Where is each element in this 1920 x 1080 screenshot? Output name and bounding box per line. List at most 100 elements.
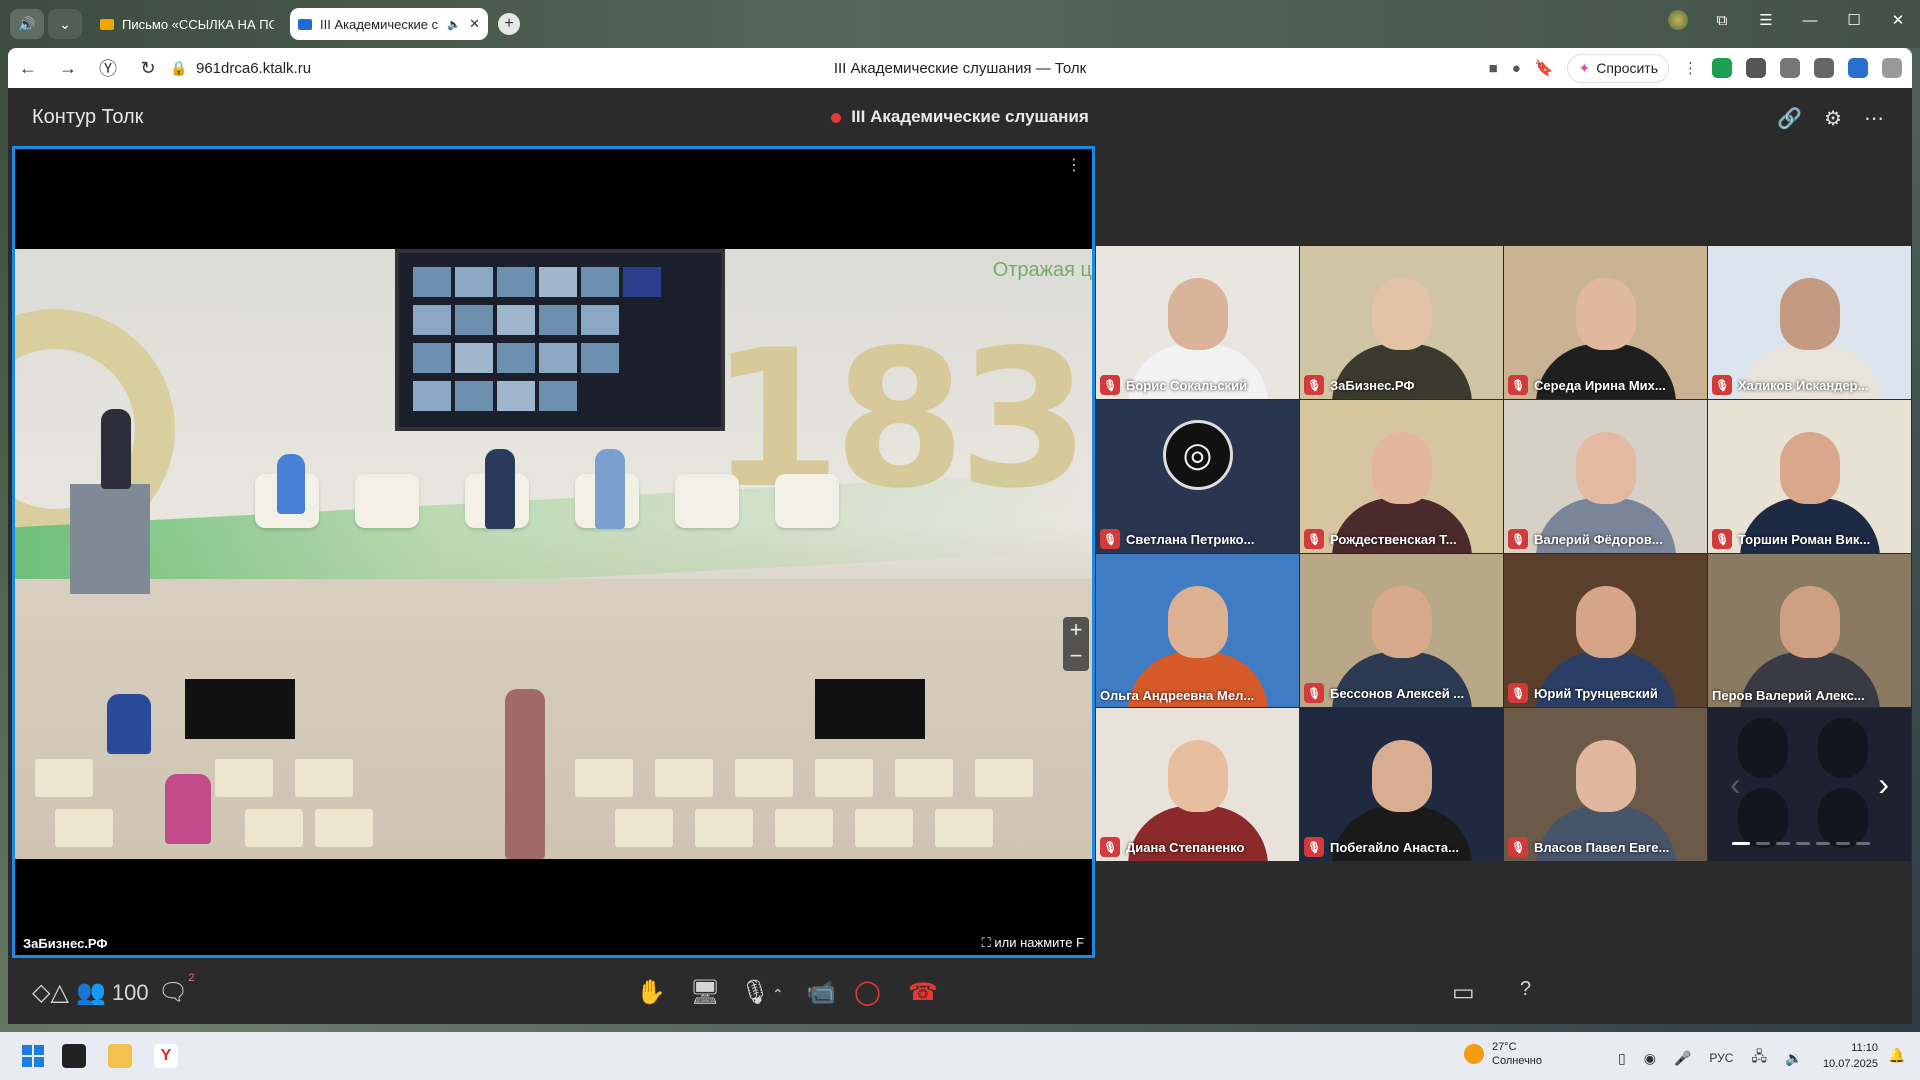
record-icon[interactable]: ◯ <box>854 978 881 1007</box>
page-dot[interactable] <box>1856 842 1870 845</box>
participant-tile[interactable]: 🎙 Побегайло Анаста... <box>1300 708 1503 861</box>
participant-tile[interactable]: 🎙 Торшин Роман Вик... <box>1708 400 1911 553</box>
terminal-app-icon[interactable] <box>62 1044 86 1068</box>
lock-icon[interactable]: 🔒 <box>168 60 190 77</box>
mail-icon <box>100 18 114 30</box>
participant-tile[interactable]: 🎙 Борис Сокальский <box>1096 246 1299 399</box>
minimize-button[interactable]: — <box>1788 12 1832 29</box>
profile-avatar[interactable] <box>1668 10 1688 30</box>
participant-face <box>1371 278 1432 350</box>
page-dot[interactable] <box>1776 842 1790 845</box>
extension-vpn-icon[interactable] <box>1746 58 1766 78</box>
audience-seat <box>895 759 953 797</box>
participant-tile[interactable]: 🎙 Рождественская Т... <box>1300 400 1503 553</box>
participant-label: 🎙 Диана Степаненко <box>1100 837 1295 857</box>
extension-screen-icon[interactable] <box>1848 58 1868 78</box>
more-icon[interactable]: ⋮ <box>1683 59 1698 77</box>
more-options-icon[interactable]: ⋯ <box>1864 106 1884 131</box>
bookmarks-icon[interactable]: ⧉ <box>1700 12 1744 29</box>
bookmark-icon[interactable]: 🔖 <box>1535 59 1554 77</box>
mic-muted-icon: 🎙 <box>1508 529 1528 549</box>
browser-tab-mail[interactable]: Письмо «ССЫЛКА НА ПО <box>92 8 282 40</box>
tab-audio-control-icon[interactable]: 🔊 <box>10 9 44 39</box>
participant-tile[interactable]: ◎ 🎙 Светлана Петрико... <box>1096 400 1299 553</box>
windows-start-icon[interactable] <box>22 1045 44 1067</box>
volume-icon[interactable]: 🔉 <box>1785 1050 1802 1067</box>
extension-translate-icon[interactable] <box>1814 58 1834 78</box>
usb-icon[interactable]: ▯ <box>1618 1050 1626 1067</box>
participant-tile[interactable]: 🎙 Диана Степаненко <box>1096 708 1299 861</box>
close-window-button[interactable]: ✕ <box>1876 11 1920 29</box>
previous-page-icon[interactable]: ‹ <box>1730 766 1741 803</box>
file-explorer-icon[interactable] <box>108 1044 132 1068</box>
page-dot[interactable] <box>1732 842 1750 845</box>
security-icon[interactable]: ◉ <box>1644 1050 1656 1067</box>
participant-tile[interactable]: Ольга Андреевна Мел... <box>1096 554 1299 707</box>
next-page-icon[interactable]: › <box>1878 766 1889 803</box>
notifications-bell-icon[interactable]: 🔔 <box>1888 1047 1905 1064</box>
language-indicator[interactable]: РУС <box>1709 1051 1733 1065</box>
participant-tile[interactable]: 🎙 Власов Павел Евге... <box>1504 708 1707 861</box>
link-icon[interactable]: 🔗 <box>1777 106 1802 131</box>
participant-face <box>1779 586 1840 658</box>
microphone-permission-icon[interactable]: ● <box>1512 60 1521 77</box>
clock[interactable]: 11:10 10.07.2025 <box>1812 1040 1878 1072</box>
participant-tile[interactable]: 🎙 ЗаБизнес.РФ <box>1300 246 1503 399</box>
tab-list-chevron-icon[interactable]: ⌄ <box>48 9 82 39</box>
downloads-icon[interactable] <box>1882 58 1902 78</box>
microphone-icon[interactable]: 🎙 <box>740 978 770 1007</box>
participant-tile[interactable]: 🎙 Середа Ирина Мих... <box>1504 246 1707 399</box>
mic-muted-icon: 🎙 <box>1508 837 1528 857</box>
apps-shapes-icon[interactable]: ◇△ <box>32 978 69 1007</box>
participant-tile[interactable]: 🎙 Бессонов Алексей ... <box>1300 554 1503 707</box>
yandex-icon[interactable]: Ⓨ <box>88 55 128 81</box>
close-tab-icon[interactable]: ✕ <box>469 16 480 32</box>
chat-button[interactable]: 🗨 2 <box>158 972 194 1007</box>
back-button[interactable]: ← <box>8 58 48 79</box>
raise-hand-icon[interactable]: ✋ <box>636 978 666 1007</box>
extension-screenshot-icon[interactable] <box>1780 58 1800 78</box>
zoom-in-icon[interactable]: + <box>1063 617 1089 643</box>
participant-name: Перов Валерий Алекс... <box>1712 688 1865 703</box>
main-video-tile[interactable]: ⋮ Отражая ц 183 + − ЗаБизнес.РФ ⛶ или на… <box>12 146 1095 958</box>
ask-alice-button[interactable]: ✦ Спросить <box>1567 53 1669 83</box>
zoom-out-icon[interactable]: − <box>1063 643 1089 669</box>
fullscreen-hint[interactable]: ⛶ или нажмите F <box>982 935 1084 951</box>
mic-options-chevron-icon[interactable]: ⌃ <box>772 986 784 1003</box>
settings-gear-icon[interactable]: ⚙ <box>1824 106 1842 131</box>
floor-monitor <box>185 679 295 739</box>
tile-menu-icon[interactable]: ⋮ <box>1066 155 1082 175</box>
reload-button[interactable]: ↻ <box>128 58 168 79</box>
new-tab-button[interactable]: + <box>498 13 520 35</box>
stage-armchair <box>775 474 839 528</box>
browser-tab-ktalk[interactable]: III Академические с 🔈 ✕ <box>290 8 488 40</box>
participant-tile[interactable]: 🎙 Юрий Трунцевский <box>1504 554 1707 707</box>
extension-shield-icon[interactable] <box>1712 58 1732 78</box>
leave-call-icon[interactable]: ☎ <box>908 978 938 1007</box>
page-dot[interactable] <box>1796 842 1810 845</box>
url-text[interactable]: 961drca6.ktalk.ru <box>196 60 311 77</box>
camera-icon[interactable]: 📹 <box>806 978 836 1007</box>
page-dot[interactable] <box>1836 842 1850 845</box>
microphone-tray-icon[interactable]: 🎤 <box>1674 1050 1691 1067</box>
screen-share-icon[interactable]: 🖥 <box>690 978 720 1007</box>
audience-seat <box>815 759 873 797</box>
page-dot[interactable] <box>1816 842 1830 845</box>
camera-permission-icon[interactable]: ■ <box>1489 60 1498 77</box>
participants-button[interactable]: 👥 100 <box>76 978 149 1007</box>
network-icon[interactable]: 🖧 <box>1751 1046 1767 1070</box>
participant-tile[interactable]: Перов Валерий Алекс... <box>1708 554 1911 707</box>
layout-switch-icon[interactable]: ▭ <box>1452 978 1475 1007</box>
forward-button[interactable]: → <box>48 58 88 79</box>
maximize-button[interactable]: ☐ <box>1832 11 1876 29</box>
participant-tile[interactable]: 🎙 Валерий Фёдоров... <box>1504 400 1707 553</box>
help-icon[interactable]: ? <box>1520 978 1531 1001</box>
audience-seat <box>35 759 93 797</box>
page-dot[interactable] <box>1756 842 1770 845</box>
weather-widget[interactable]: 27°C Солнечно <box>1464 1040 1542 1068</box>
speaker-icon[interactable]: 🔈 <box>447 18 461 31</box>
participant-tile[interactable]: 🎙 Халиков Искандер... <box>1708 246 1911 399</box>
participant-face <box>1779 278 1840 350</box>
yandex-browser-icon[interactable]: Y <box>154 1044 178 1068</box>
menu-icon[interactable]: ☰ <box>1744 11 1788 29</box>
